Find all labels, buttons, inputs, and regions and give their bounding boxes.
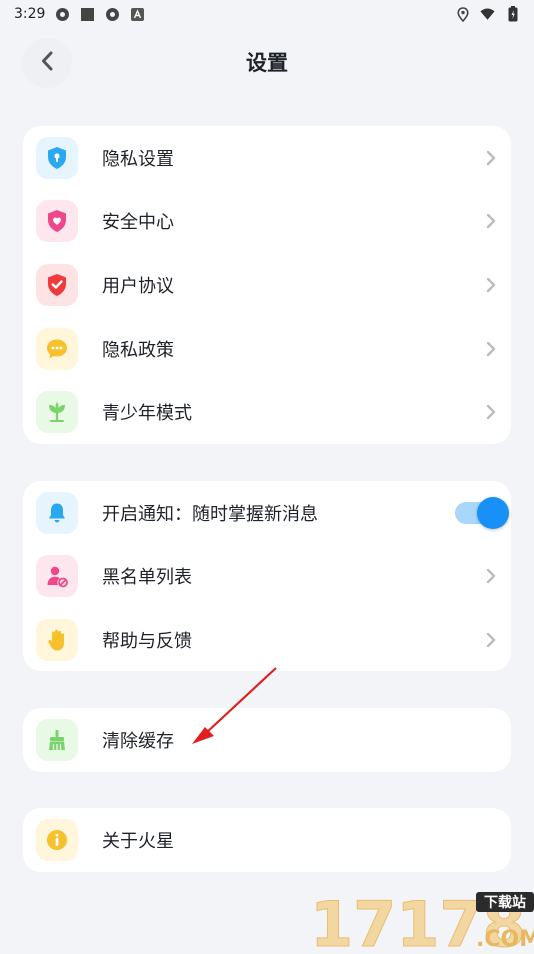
watermark: 17178 下载站 .COM	[308, 886, 534, 954]
watermark-badge-text: 下载站	[484, 894, 526, 911]
annotation-arrow	[192, 667, 277, 744]
watermark-domain: .COM	[476, 927, 534, 950]
